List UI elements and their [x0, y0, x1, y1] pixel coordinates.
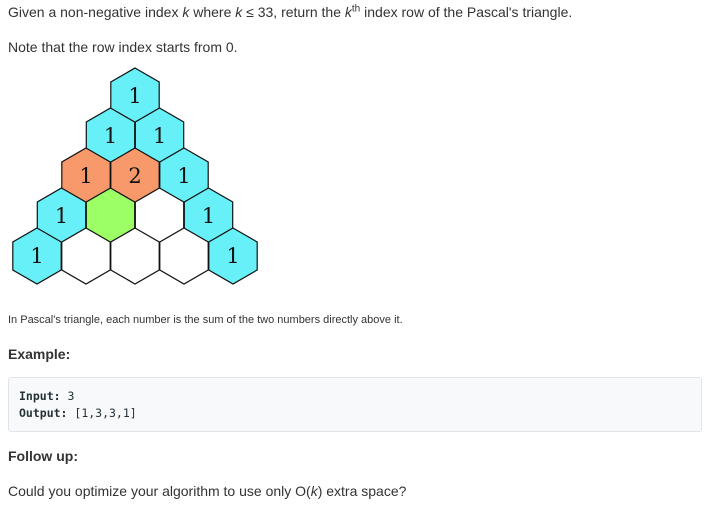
hex-value-r1-c0: 1 [104, 124, 117, 148]
superscript-th: th [351, 3, 361, 15]
intro-text-4: index row of the Pascal's triangle. [360, 4, 573, 20]
hex-value-r0-c0: 1 [128, 84, 141, 108]
example-heading: Example: [8, 346, 71, 362]
intro-text-1: Given a non-negative index [8, 4, 183, 20]
follow-up-heading: Follow up: [8, 448, 78, 464]
hex-value-r2-c1: 2 [128, 164, 141, 188]
example-output-line: Output: [1,3,3,1] [19, 406, 137, 420]
follow-up-text: Could you optimize your algorithm to use… [8, 483, 406, 499]
pascal-triangle-figure: 11 11 2 11 11 1 [12, 67, 258, 285]
example-code-block: Input: 3 Output: [1,3,3,1] [8, 377, 702, 432]
hex-value-r2-c0: 1 [79, 164, 92, 188]
output-value: [1,3,3,1] [67, 406, 137, 420]
example-input-line: Input: 3 [19, 389, 74, 403]
figure-caption: In Pascal's triangle, each number is the… [8, 314, 403, 326]
hex-value-r4-c4: 1 [226, 244, 239, 268]
follow-up-text-1: Could you optimize your algorithm to use… [8, 483, 311, 499]
input-label: Input: [19, 389, 61, 403]
var-k: k [310, 483, 318, 499]
input-value: 3 [60, 389, 75, 403]
intro-text-2: where [189, 4, 236, 20]
index-note: Note that the row index starts from 0. [8, 39, 238, 55]
follow-up-text-2: ) extra space? [317, 483, 407, 499]
hex-value-r3-c3: 1 [202, 204, 215, 228]
problem-statement: Given a non-negative index k where k ≤ 3… [8, 4, 572, 20]
hex-value-r3-c0: 1 [55, 204, 68, 228]
hex-value-r2-c2: 1 [177, 164, 190, 188]
output-label: Output: [19, 406, 68, 420]
var-k: k [344, 4, 352, 20]
hex-value-r1-c1: 1 [153, 124, 166, 148]
hex-value-r4-c0: 1 [30, 244, 43, 268]
intro-text-3: ≤ 33, return the [242, 4, 345, 20]
